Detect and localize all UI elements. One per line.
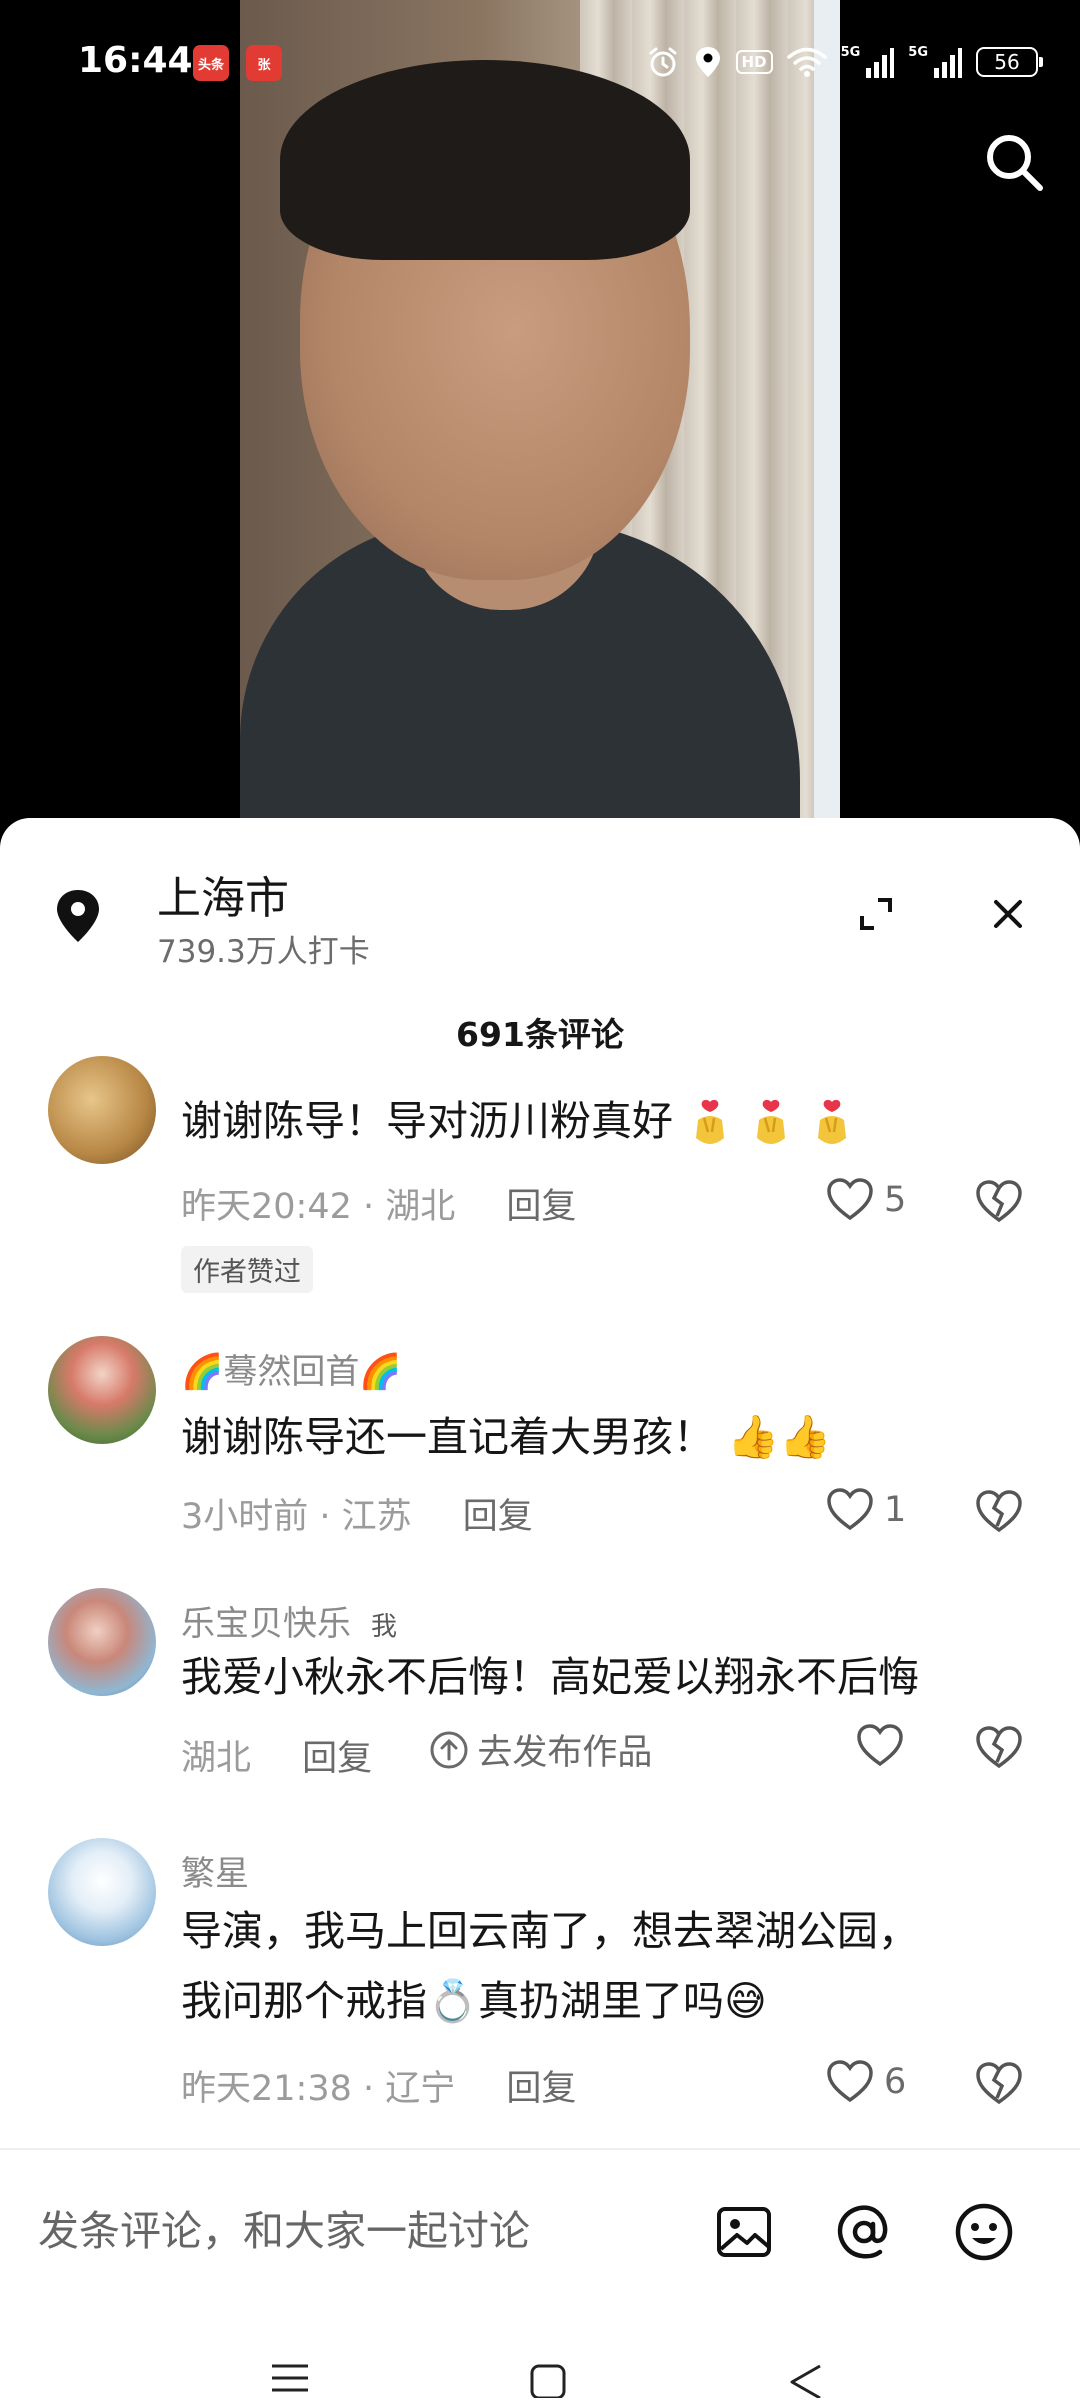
comment-username[interactable]: 乐宝贝快乐我	[181, 1596, 397, 1645]
reply-button[interactable]: 回复	[463, 1497, 533, 1537]
comment-input[interactable]	[38, 2176, 678, 2286]
comment-meta: 湖北 回复 去发布作品	[181, 1724, 652, 1781]
signal-1-icon	[866, 48, 895, 78]
reply-button[interactable]: 回复	[302, 1739, 372, 1779]
location-title: 上海市	[157, 873, 289, 924]
mention-button[interactable]	[832, 2200, 896, 2264]
avatar[interactable]	[48, 1336, 156, 1444]
avatar[interactable]	[48, 1056, 156, 1164]
search-icon	[987, 135, 1043, 191]
thumbs-up-emoji: 👍👍	[727, 1412, 832, 1461]
comment-text-line-1: 导演，我马上回云南了，想去翠湖公园，	[181, 1907, 919, 1955]
avatar[interactable]	[48, 1838, 156, 1946]
status-bar: 16:44 头条 张 HD 5G 5G 56	[0, 0, 1080, 126]
close-icon	[994, 900, 1022, 928]
comment-text-line-2: 我问那个戒指💍真扔湖里了吗😅	[181, 1966, 1041, 2036]
network-type-1: 5G	[840, 44, 861, 60]
expand-button[interactable]	[848, 886, 904, 942]
home-button[interactable]	[518, 2362, 578, 2400]
like-button[interactable]: 1	[826, 1488, 906, 1532]
finger-heart-emoji	[818, 1099, 847, 1144]
comment-location: 湖北	[181, 1738, 252, 1779]
comment-meta: 昨天20:42 · 湖北 回复	[181, 1178, 576, 1229]
ring-emoji: 💍	[427, 1977, 479, 2025]
comment-username[interactable]: 繁星	[181, 1846, 249, 1895]
close-button[interactable]	[980, 886, 1036, 942]
at-icon	[837, 2205, 888, 2259]
status-indicators: HD 5G 5G 56	[646, 42, 1043, 82]
me-tag: 我	[371, 1612, 398, 1642]
wifi-icon	[786, 47, 827, 77]
comment-meta: 3小时前 · 江苏 回复	[181, 1488, 533, 1539]
comment-time-location: 3小时前 · 江苏	[181, 1497, 412, 1537]
image-icon	[717, 2207, 771, 2257]
like-count: 1	[884, 1490, 907, 1530]
alarm-icon	[649, 47, 677, 77]
network-type-2: 5G	[908, 44, 928, 60]
emoji-button[interactable]	[952, 2200, 1016, 2264]
battery-indicator: 56	[976, 47, 1043, 77]
broken-heart-icon[interactable]	[975, 2062, 1023, 2106]
comment-text-part: 我问那个戒指	[181, 1977, 427, 2025]
upload-circle-icon	[430, 1731, 468, 1768]
comment-meta: 昨天21:38 · 辽宁 回复	[181, 2060, 576, 2111]
like-button[interactable]: 6	[826, 2060, 906, 2104]
author-liked-tag: 作者赞过	[181, 1246, 313, 1293]
comment-text-content: 谢谢陈导！导对沥川粉真好	[181, 1097, 673, 1145]
comment-username[interactable]: 🌈蓦然回首🌈	[181, 1344, 402, 1393]
broken-heart-icon[interactable]	[975, 1490, 1023, 1534]
search-button[interactable]	[976, 124, 1052, 200]
comment-time-location: 昨天20:42 · 湖北	[181, 1187, 456, 1227]
back-button[interactable]	[776, 2362, 836, 2400]
signal-2-icon	[934, 48, 962, 78]
expand-icon	[860, 898, 892, 930]
emoji-icon	[955, 2203, 1013, 2261]
publish-work-label: 去发布作品	[477, 1733, 653, 1773]
comment-text-content: 谢谢陈导还一直记着大男孩！	[181, 1413, 714, 1461]
image-button[interactable]	[712, 2200, 776, 2264]
toutiao-app-badge: 头条	[193, 45, 229, 81]
username-text: 蓦然回首	[223, 1352, 360, 1392]
status-time: 16:44	[78, 40, 193, 81]
rainbow-emoji: 🌈	[359, 1352, 402, 1392]
location-status-icon	[695, 47, 720, 77]
heart-outline-icon	[827, 1488, 873, 1531]
heart-outline-icon	[827, 1178, 873, 1221]
home-square-icon	[530, 2364, 566, 2398]
reply-button[interactable]: 回复	[506, 2069, 576, 2109]
comment-time-location: 昨天21:38 · 辽宁	[181, 2069, 456, 2109]
comment-text: 我爱小秋永不后悔！高妃爱以翔永不后悔	[181, 1653, 919, 1701]
comment-text-part: 真扔湖里了吗	[478, 1977, 725, 2025]
avatar[interactable]	[48, 1588, 156, 1696]
like-count: 6	[884, 2062, 907, 2102]
recent-apps-button[interactable]	[260, 2362, 320, 2400]
heart-outline-icon	[857, 1724, 903, 1767]
like-count: 5	[884, 1180, 907, 1220]
comment-text: 谢谢陈导！导对沥川粉真好	[181, 1086, 1041, 1156]
menu-lines-icon	[272, 2364, 308, 2392]
broken-heart-icon[interactable]	[975, 1726, 1023, 1770]
location-checkin-count: 739.3万人打卡	[157, 934, 370, 970]
publish-work-button[interactable]: 去发布作品	[429, 1724, 652, 1775]
zhang-app-badge: 张	[246, 45, 282, 81]
comment-text: 谢谢陈导还一直记着大男孩！ 👍👍	[181, 1402, 1041, 1472]
rainbow-emoji: 🌈	[181, 1352, 224, 1392]
comment-input-bar	[0, 2148, 1080, 2308]
finger-heart-emoji	[757, 1099, 786, 1144]
finger-heart-emoji	[696, 1099, 725, 1144]
like-button[interactable]: 5	[826, 1178, 906, 1222]
comment-text: 导演，我马上回云南了，想去翠湖公园， 我问那个戒指💍真扔湖里了吗😅	[181, 1896, 1041, 2036]
heart-outline-icon	[827, 2060, 873, 2103]
username-text: 乐宝贝快乐	[181, 1604, 351, 1644]
hd-voice-indicator: HD	[735, 50, 773, 74]
like-button[interactable]	[856, 1724, 904, 1768]
location-header[interactable]: 上海市 739.3万人打卡	[0, 818, 1080, 988]
broken-heart-icon[interactable]	[975, 1180, 1023, 1224]
location-pin-icon	[57, 890, 99, 942]
system-nav-bar	[0, 2308, 1080, 2400]
back-triangle-icon	[790, 2364, 821, 2398]
comment-count: 691条评论	[456, 1015, 624, 1054]
reply-button[interactable]: 回复	[506, 1187, 576, 1227]
sweat-smile-emoji: 😅	[724, 1977, 767, 2025]
